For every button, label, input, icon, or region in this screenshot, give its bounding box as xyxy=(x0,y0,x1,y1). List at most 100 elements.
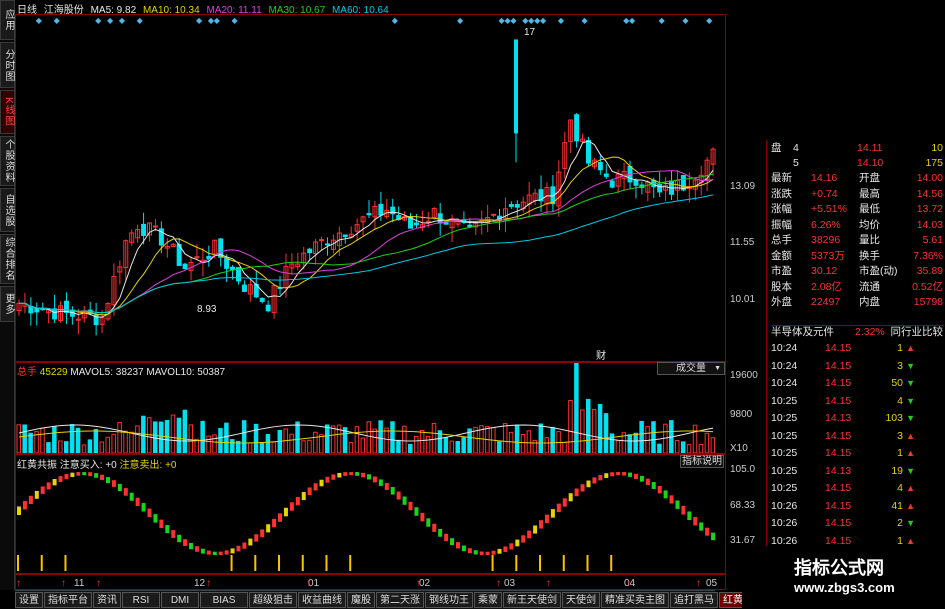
tick-price: 14.15 xyxy=(825,517,852,529)
date-tick: 05 xyxy=(706,578,718,589)
finance-marker[interactable]: 财 xyxy=(596,347,606,362)
price-tick: 11.55 xyxy=(730,237,755,248)
tick-time: 10:25 xyxy=(771,394,798,407)
tab-14[interactable]: 精准买卖主图 xyxy=(601,592,669,608)
tab-1[interactable]: 指标平台 xyxy=(44,592,92,608)
tick-price: 14.15 xyxy=(825,482,852,494)
nav-app[interactable]: 应用 xyxy=(0,0,15,40)
volume-header: 总手 45229 MAVOL5: 38237 MAVOL10: 50387 xyxy=(17,363,225,378)
svg-text:↑: ↑ xyxy=(546,578,551,589)
quote-row: 涨幅 +5.51% 最低 13.72 xyxy=(771,203,943,216)
arrow-down-icon: ▼ xyxy=(906,395,915,406)
tick-volume: 19 xyxy=(891,464,903,477)
quote-row: 金额 5373万 换手 7.36% xyxy=(771,250,943,263)
quote-cell: 5373万 xyxy=(811,249,845,262)
arrow-down-icon: ▼ xyxy=(906,465,915,476)
tick-price: 14.15 xyxy=(825,394,852,407)
arrow-down-icon: ▼ xyxy=(906,360,915,371)
tick-price: 14.15 xyxy=(825,429,852,442)
nav-watchlist[interactable]: 自选股 xyxy=(0,188,15,232)
quote-cell: 最低 xyxy=(859,203,880,215)
svg-text:◆: ◆ xyxy=(214,16,221,25)
tick-volume: 50 xyxy=(891,377,903,389)
svg-text:◆: ◆ xyxy=(682,16,689,25)
svg-text:◆: ◆ xyxy=(659,16,666,25)
date-axis: 11 12 01 02 03 04 05 ↑ ↑ ↑ ↑ ↑ ↑ ↑ ↑ ↑ ↑ xyxy=(15,574,726,590)
tick-price: 14.13 xyxy=(825,412,852,424)
nav-ranking[interactable]: 综合排名 xyxy=(0,234,15,284)
quote-cell: 35.89 xyxy=(916,265,943,277)
tab-9[interactable]: 第二天涨 xyxy=(376,592,424,608)
tab-10[interactable]: 钢线功王 xyxy=(425,592,473,608)
quote-cell: 换手 xyxy=(859,249,880,262)
tab-0[interactable]: 设置 xyxy=(15,592,43,608)
tab-2[interactable]: 资讯 xyxy=(93,592,121,608)
tick-volume: 4 xyxy=(897,482,903,494)
quote-cell: +5.51% xyxy=(811,203,847,215)
svg-text:◆: ◆ xyxy=(107,16,114,25)
vol-tick: 19600 xyxy=(730,370,758,381)
tick-time: 10:25 xyxy=(771,447,798,459)
vol-value: 45229 xyxy=(39,367,68,378)
vol-tick: X10 xyxy=(730,443,748,454)
tab-15[interactable]: 追打黑马 xyxy=(670,592,718,608)
volume-dropdown-label: 成交量 xyxy=(676,363,706,374)
indicator-pane[interactable] xyxy=(15,454,726,574)
quote-cell: 0.52亿 xyxy=(912,280,943,293)
quote-cell: 5.61 xyxy=(922,234,943,246)
arrow-up-icon: ▲ xyxy=(906,430,915,441)
sector-row[interactable]: 半导体及元件 2.32% 同行业比较 xyxy=(771,325,943,338)
tick-volume: 1 xyxy=(897,342,903,354)
tab-4[interactable]: DMI xyxy=(161,592,199,608)
quote-cell: 市盈 xyxy=(771,265,792,277)
bid-volume: 10 xyxy=(931,142,943,154)
tab-12[interactable]: 新王天使剑 xyxy=(503,592,561,608)
tab-5[interactable]: BIAS xyxy=(200,592,248,608)
tick-time: 10:24 xyxy=(771,377,798,389)
tab-11[interactable]: 乘蒙 xyxy=(474,592,502,608)
nav-kline[interactable]: K线图 xyxy=(0,90,15,134)
svg-text:◆: ◆ xyxy=(232,16,239,25)
tick-time: 10:26 xyxy=(771,499,798,512)
arrow-up-icon: ▲ xyxy=(906,500,915,511)
tick-row: 10:24 14.15 50 ▼ xyxy=(771,377,943,390)
quote-cell: 14.03 xyxy=(916,218,943,231)
quote-cell: 6.26% xyxy=(811,218,841,231)
svg-text:↑: ↑ xyxy=(696,578,701,589)
kline-pane[interactable]: ◆ ◆ ◆ ◆ ◆ ◆ ◆ ◆ ◆ ◆ ◆ ◆ ◆ ◆ ◆ ◆ ◆ ◆ ◆ ◆ ◆ ◆ ◆ ◆ ◆ ◆ xyxy=(15,14,726,362)
chevron-down-icon: ▼ xyxy=(714,365,721,372)
left-nav: 应用 分时图 K线图 个股资料 自选股 综合排名 更多 xyxy=(0,0,15,590)
volume-dropdown[interactable]: 成交量 ▼ xyxy=(657,362,725,375)
quote-cell: 最新 xyxy=(771,172,792,184)
quote-cell: 金额 xyxy=(771,249,792,262)
indicator-help-button[interactable]: 指标说明 xyxy=(680,455,724,468)
tick-row: 10:25 14.13 19 ▼ xyxy=(771,465,943,478)
tab-8[interactable]: 魔股 xyxy=(347,592,375,608)
tick-price: 14.15 xyxy=(825,499,852,512)
tick-row: 10:26 14.15 41 ▲ xyxy=(771,500,943,513)
tick-row: 10:24 14.15 1 ▲ xyxy=(771,342,943,355)
date-tick: 03 xyxy=(504,578,516,589)
compare-button[interactable]: 同行业比较 xyxy=(891,326,944,339)
nav-profile[interactable]: 个股资料 xyxy=(0,136,15,186)
tab-13[interactable]: 天使剑 xyxy=(562,592,600,608)
bid-label: 盘 xyxy=(771,142,782,154)
arrow-up-icon: ▲ xyxy=(906,483,915,493)
quote-cell: 14.16 xyxy=(811,172,838,184)
nav-intraday[interactable]: 分时图 xyxy=(0,42,15,88)
quote-cell: 量比 xyxy=(859,234,880,246)
quote-cell: 13.72 xyxy=(916,203,943,215)
quote-row: 外盘 22497 内盘 15798 xyxy=(771,296,943,309)
watermark-title: 指标公式网 xyxy=(794,558,884,578)
tick-volume: 41 xyxy=(891,499,903,512)
tick-time: 10:26 xyxy=(771,517,798,529)
quote-cell: 市盈(动) xyxy=(859,265,898,277)
arrow-down-icon: ▼ xyxy=(906,413,915,423)
tab-7[interactable]: 收益曲线 xyxy=(298,592,346,608)
nav-more[interactable]: 更多 xyxy=(0,286,15,322)
tab-3[interactable]: RSI xyxy=(122,592,160,608)
ind-tick: 68.33 xyxy=(730,500,756,511)
tab-6[interactable]: 超级狙击 xyxy=(249,592,297,608)
indicator-chart xyxy=(17,472,716,571)
svg-text:◆: ◆ xyxy=(510,16,517,25)
